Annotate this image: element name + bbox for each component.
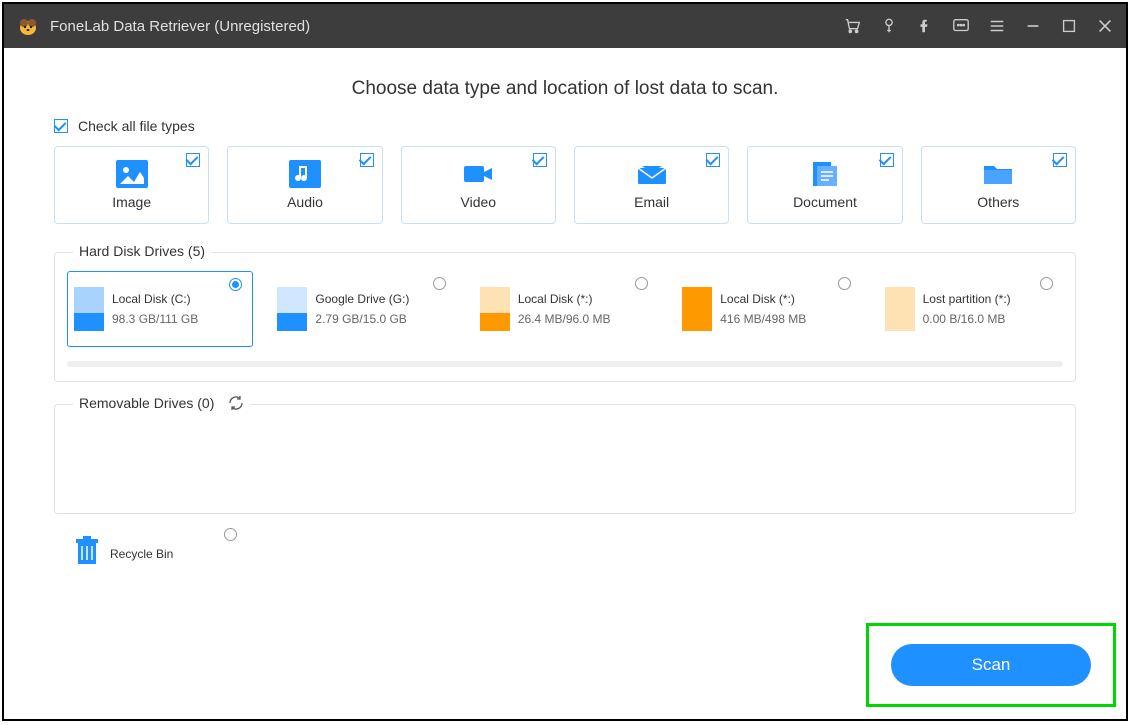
drive-radio[interactable]: [1040, 277, 1053, 290]
drive-icon: [74, 287, 104, 331]
drive-radio[interactable]: [838, 277, 851, 290]
drive-icon: [277, 287, 307, 331]
filetype-audio[interactable]: Audio: [227, 146, 382, 224]
hard-disk-section: Hard Disk Drives (5) Local Disk (C:) 98.…: [54, 252, 1076, 382]
scan-highlight: Scan: [866, 623, 1116, 707]
page-heading: Choose data type and location of lost da…: [54, 78, 1076, 100]
check-all-label: Check all file types: [78, 118, 195, 134]
refresh-icon[interactable]: [228, 395, 244, 411]
drive-size: 98.3 GB/111 GB: [112, 312, 198, 326]
filetype-label: Others: [977, 194, 1019, 210]
drive-size: 0.00 B/16.0 MB: [923, 312, 1011, 326]
app-logo-icon: [16, 14, 40, 38]
scan-button-label: Scan: [972, 655, 1011, 675]
drive-card[interactable]: Local Disk (*:) 26.4 MB/96.0 MB: [474, 271, 658, 347]
drive-name: Google Drive (G:): [315, 292, 409, 306]
removable-section: Removable Drives (0): [54, 404, 1076, 514]
check-all-checkbox[interactable]: [54, 119, 68, 133]
check-all-row[interactable]: Check all file types: [54, 118, 1076, 134]
drive-name: Local Disk (*:): [720, 292, 806, 306]
filetype-checkbox[interactable]: [533, 153, 547, 167]
hard-disk-legend: Hard Disk Drives (5): [73, 243, 211, 259]
email-icon: [636, 160, 668, 188]
filetype-checkbox[interactable]: [706, 153, 720, 167]
scan-button[interactable]: Scan: [891, 644, 1091, 686]
drive-card[interactable]: Local Disk (C:) 98.3 GB/111 GB: [67, 271, 253, 347]
menu-icon[interactable]: [988, 17, 1006, 35]
drive-size: 2.79 GB/15.0 GB: [315, 312, 409, 326]
filetype-label: Video: [461, 194, 497, 210]
drive-card[interactable]: Lost partition (*:) 0.00 B/16.0 MB: [879, 271, 1063, 347]
minimize-icon[interactable]: [1024, 17, 1042, 35]
filetype-grid: Image Audio Video Email Document: [54, 146, 1076, 224]
titlebar: FoneLab Data Retriever (Unregistered): [4, 4, 1126, 48]
folder-icon: [982, 160, 1014, 188]
key-icon[interactable]: [880, 17, 898, 35]
filetype-checkbox[interactable]: [360, 153, 374, 167]
video-icon: [462, 160, 494, 188]
drive-size: 416 MB/498 MB: [720, 312, 806, 326]
drive-radio[interactable]: [229, 278, 242, 291]
drive-name: Lost partition (*:): [923, 292, 1011, 306]
drive-size: 26.4 MB/96.0 MB: [518, 312, 611, 326]
recycle-label: Recycle Bin: [110, 547, 173, 561]
filetype-checkbox[interactable]: [186, 153, 200, 167]
document-icon: [809, 160, 841, 188]
maximize-icon[interactable]: [1060, 17, 1078, 35]
filetype-others[interactable]: Others: [921, 146, 1076, 224]
recycle-radio[interactable]: [224, 528, 237, 541]
removable-legend-text: Removable Drives (0): [79, 395, 214, 411]
filetype-label: Document: [793, 194, 857, 210]
filetype-image[interactable]: Image: [54, 146, 209, 224]
close-icon[interactable]: [1096, 17, 1114, 35]
removable-legend: Removable Drives (0): [73, 395, 250, 411]
drive-icon: [480, 287, 510, 331]
filetype-label: Audio: [287, 194, 323, 210]
drive-card[interactable]: Local Disk (*:) 416 MB/498 MB: [676, 271, 860, 347]
filetype-document[interactable]: Document: [747, 146, 902, 224]
scrollbar[interactable]: [67, 361, 1063, 367]
filetype-email[interactable]: Email: [574, 146, 729, 224]
recycle-bin-row[interactable]: Recycle Bin: [74, 536, 1076, 571]
filetype-label: Email: [634, 194, 669, 210]
drive-radio[interactable]: [635, 277, 648, 290]
audio-icon: [289, 160, 321, 188]
cart-icon[interactable]: [844, 17, 862, 35]
image-icon: [116, 160, 148, 188]
drive-radio[interactable]: [433, 277, 446, 290]
filetype-label: Image: [112, 194, 151, 210]
feedback-icon[interactable]: [952, 17, 970, 35]
drive-icon: [682, 287, 712, 331]
filetype-checkbox[interactable]: [880, 153, 894, 167]
drive-name: Local Disk (C:): [112, 292, 198, 306]
drive-name: Local Disk (*:): [518, 292, 611, 306]
recycle-bin-icon: [74, 536, 100, 571]
window-title: FoneLab Data Retriever (Unregistered): [50, 18, 310, 35]
filetype-video[interactable]: Video: [401, 146, 556, 224]
drive-icon: [885, 287, 915, 331]
drive-card[interactable]: Google Drive (G:) 2.79 GB/15.0 GB: [271, 271, 455, 347]
filetype-checkbox[interactable]: [1053, 153, 1067, 167]
facebook-icon[interactable]: [916, 17, 934, 35]
